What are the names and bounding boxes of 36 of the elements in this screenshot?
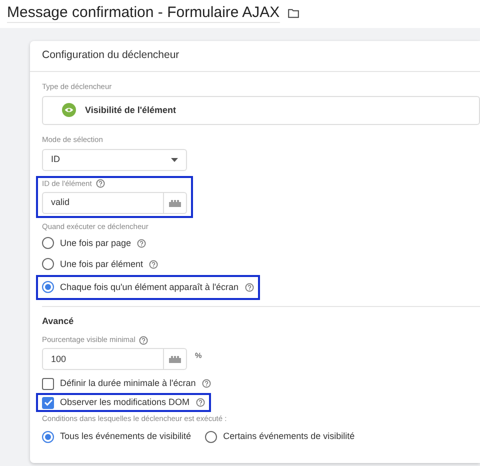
help-icon: [96, 179, 105, 188]
checkbox[interactable]: [42, 378, 54, 390]
field-value: 100: [50, 352, 68, 366]
option-label: Certains événements de visibilité: [223, 430, 355, 443]
caret-icon: [171, 158, 178, 162]
radio-button[interactable]: [205, 430, 218, 443]
section-heading: Avancé: [42, 314, 75, 328]
help-icon: [149, 260, 158, 269]
radio-button[interactable]: [42, 237, 54, 250]
field-value: valid: [50, 196, 71, 209]
radio-button[interactable]: [42, 281, 54, 294]
help-icon: [137, 238, 146, 248]
brick-icon: [169, 355, 181, 364]
help-icon: [244, 282, 254, 292]
eye-icon: [62, 103, 76, 118]
trigger-type-name: Visibilité de l'élément: [85, 104, 176, 116]
option-label: Définir la durée minimale à l'écran: [60, 377, 196, 390]
element-id-field[interactable]: valid: [42, 192, 187, 214]
option-label: Observer les modifications DOM: [60, 396, 190, 409]
help-icon: [139, 336, 148, 345]
option-label: Une fois par page: [60, 236, 132, 250]
help-icon: [202, 379, 211, 388]
option-label: Chaque fois qu'un élément apparaît à l'écran: [60, 280, 239, 294]
folder-icon: [288, 9, 299, 18]
option-label: Une fois par élément: [60, 258, 144, 271]
selection-dropdown[interactable]: ID: [42, 148, 187, 171]
option-label: Tous les événements de visibilité: [60, 430, 192, 443]
radio-button[interactable]: [42, 430, 54, 443]
help-icon: [196, 398, 205, 408]
page-title: Message confirmation - Formulaire AJAX: [7, 4, 280, 23]
checkbox[interactable]: [42, 396, 54, 409]
card-title: Configuration du déclencheur: [30, 41, 480, 72]
brick-icon: [169, 198, 181, 207]
radio-button[interactable]: [42, 258, 54, 270]
percentage-field[interactable]: 100: [42, 348, 187, 370]
trigger-type-box[interactable]: Visibilité de l'élément: [42, 96, 480, 125]
